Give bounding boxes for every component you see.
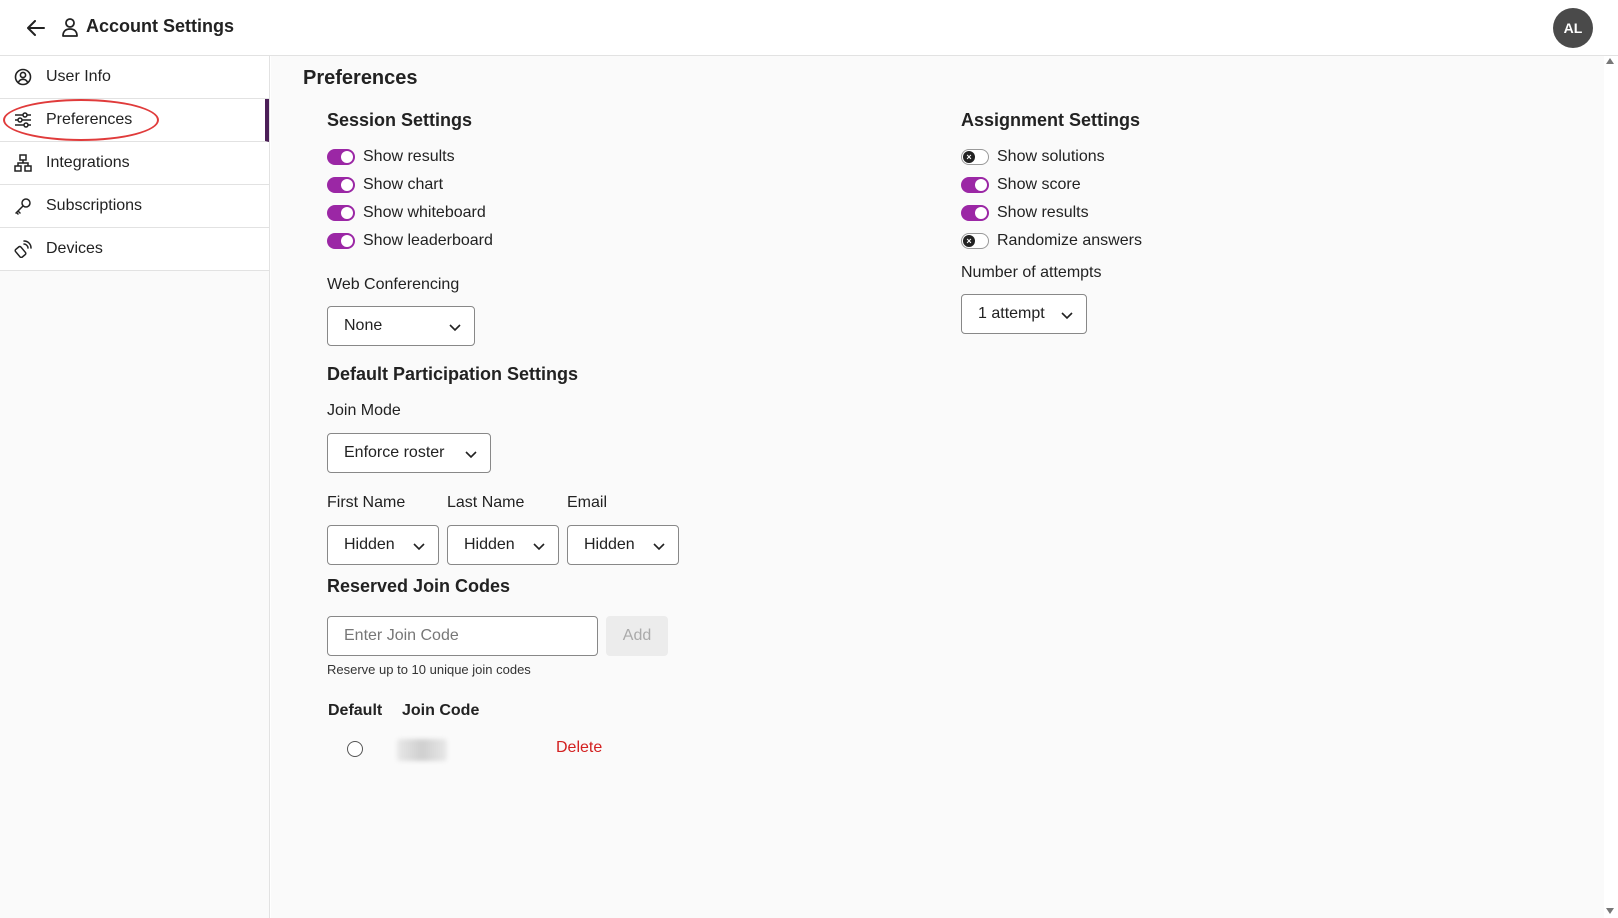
first-name-label: First Name (327, 494, 406, 511)
person-icon (61, 17, 81, 39)
participation-settings-title: Default Participation Settings (327, 364, 579, 384)
toggle-assignment-show-solutions[interactable]: × Show solutions (961, 146, 1105, 168)
network-icon (14, 154, 34, 174)
sidebar: User Info Preferences Integrations Subsc… (0, 56, 270, 918)
toggle-assignment-randomize-answers[interactable]: × Randomize answers (961, 230, 1142, 252)
sidebar-item-devices[interactable]: Devices (0, 228, 269, 271)
sidebar-item-label: User Info (46, 68, 111, 85)
toggle-switch[interactable]: × (961, 149, 989, 165)
toggle-session-show-chart[interactable]: Show chart (327, 174, 443, 196)
toggle-label: Show chart (363, 176, 444, 193)
number-of-attempts-label: Number of attempts (961, 264, 1102, 281)
toggle-session-show-leaderboard[interactable]: Show leaderboard (327, 230, 493, 252)
toggle-off-x-icon: × (963, 235, 975, 247)
sidebar-item-label: Subscriptions (46, 197, 143, 214)
toggle-label: Show results (997, 204, 1089, 221)
select-value: Hidden (584, 536, 635, 553)
web-conferencing-label: Web Conferencing (327, 276, 460, 293)
chevron-down-icon (532, 539, 546, 553)
attempts-select[interactable]: 1 attempt (961, 294, 1087, 334)
toggle-switch[interactable]: × (961, 233, 989, 249)
sidebar-item-integrations[interactable]: Integrations (0, 142, 269, 185)
toggle-switch[interactable] (961, 205, 989, 221)
scroll-up-arrow-icon[interactable] (1606, 58, 1614, 64)
column-header-join-code: Join Code (402, 702, 480, 719)
chevron-down-icon (448, 320, 462, 334)
toggle-session-show-results[interactable]: Show results (327, 146, 455, 168)
toggle-switch[interactable] (327, 205, 355, 221)
chevron-down-icon (1060, 308, 1074, 322)
toggle-label: Show results (363, 148, 455, 165)
default-code-radio[interactable] (347, 741, 363, 757)
sidebar-item-preferences[interactable]: Preferences (0, 99, 269, 142)
last-name-select[interactable]: Hidden (447, 525, 559, 565)
select-value: Enforce roster (344, 444, 445, 461)
user-circle-icon (14, 68, 34, 88)
toggle-assignment-show-results[interactable]: Show results (961, 202, 1089, 224)
sidebar-item-user-info[interactable]: User Info (0, 56, 269, 99)
join-code-input[interactable] (327, 616, 598, 656)
join-mode-select[interactable]: Enforce roster (327, 433, 491, 473)
toggle-label: Show leaderboard (363, 232, 493, 249)
join-mode-label: Join Mode (327, 402, 401, 419)
toggle-label: Show solutions (997, 148, 1105, 165)
select-value: 1 attempt (978, 305, 1045, 322)
column-header-default: Default (328, 702, 383, 719)
add-join-code-button[interactable]: Add (606, 616, 668, 656)
select-value: Hidden (464, 536, 515, 553)
chevron-down-icon (464, 447, 478, 461)
first-name-select[interactable]: Hidden (327, 525, 439, 565)
main-content: Preferences Session Settings Show result… (271, 56, 1604, 918)
toggle-session-show-whiteboard[interactable]: Show whiteboard (327, 202, 486, 224)
toggle-label: Show score (997, 176, 1081, 193)
toggle-label: Randomize answers (997, 232, 1142, 249)
back-arrow-icon[interactable] (24, 16, 48, 40)
toggle-switch[interactable] (961, 177, 989, 193)
select-value: Hidden (344, 536, 395, 553)
remote-icon (14, 240, 34, 260)
toggle-switch[interactable] (327, 149, 355, 165)
scroll-down-arrow-icon[interactable] (1606, 908, 1614, 914)
last-name-label: Last Name (447, 494, 525, 511)
web-conferencing-select[interactable]: None (327, 306, 475, 346)
join-code-helper-text: Reserve up to 10 unique join codes (327, 662, 531, 677)
toggle-switch[interactable] (327, 233, 355, 249)
sliders-icon (14, 111, 34, 131)
toggle-assignment-show-score[interactable]: Show score (961, 174, 1081, 196)
page-header-title: Account Settings (86, 16, 235, 36)
toggle-switch[interactable] (327, 177, 355, 193)
toggle-label: Show whiteboard (363, 204, 486, 221)
delete-join-code-link[interactable]: Delete (556, 739, 602, 757)
sidebar-item-label: Preferences (46, 111, 133, 128)
user-avatar[interactable]: AL (1553, 8, 1593, 48)
redacted-join-code (397, 739, 447, 761)
key-icon (14, 197, 34, 217)
toggle-off-x-icon: × (963, 151, 975, 163)
chevron-down-icon (652, 539, 666, 553)
email-label: Email (567, 494, 608, 511)
sidebar-item-label: Devices (46, 240, 103, 257)
assignment-settings-title: Assignment Settings (961, 110, 1141, 130)
sidebar-item-subscriptions[interactable]: Subscriptions (0, 185, 269, 228)
sidebar-item-label: Integrations (46, 154, 130, 171)
chevron-down-icon (412, 539, 426, 553)
app-header: Account Settings AL (0, 0, 1618, 56)
email-select[interactable]: Hidden (567, 525, 679, 565)
select-value: None (344, 317, 383, 334)
page-title: Preferences (303, 67, 418, 89)
session-settings-title: Session Settings (327, 110, 473, 130)
reserved-join-codes-title: Reserved Join Codes (327, 576, 511, 596)
